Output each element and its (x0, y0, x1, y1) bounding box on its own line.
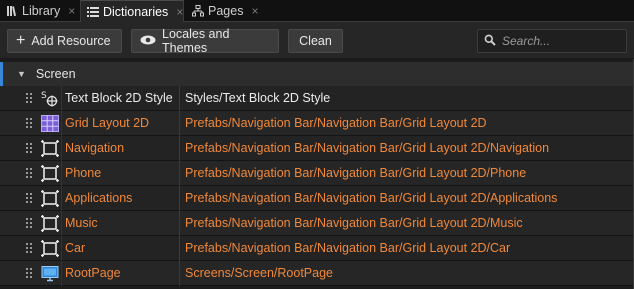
node-icon (41, 215, 59, 232)
resource-path: Styles/Text Block 2D Style (185, 91, 331, 105)
locales-themes-label: Locales and Themes (162, 27, 230, 55)
resource-path[interactable]: Prefabs/Navigation Bar/Navigation Bar/Gr… (185, 111, 487, 136)
style-icon: S (41, 90, 59, 107)
close-icon[interactable]: × (176, 5, 183, 19)
dictionary-icon (87, 6, 99, 18)
pages-icon (192, 5, 204, 17)
table-row[interactable]: Car Prefabs/Navigation Bar/Navigation Ba… (0, 236, 634, 261)
node-icon (41, 190, 59, 207)
plus-icon: + (16, 32, 26, 49)
tab-label: Library (22, 4, 61, 18)
node-icon (41, 240, 59, 257)
resource-name[interactable]: Grid Layout 2D (65, 111, 149, 136)
table-row[interactable]: Grid Layout 2D Prefabs/Navigation Bar/Na… (0, 111, 634, 136)
resource-name[interactable]: Music (65, 211, 98, 236)
column-divider (61, 186, 62, 211)
resource-name: Text Block 2D Style (65, 91, 173, 105)
tab-label: Dictionaries (103, 5, 169, 19)
add-resource-label: Add Resource (31, 34, 111, 48)
column-divider (179, 261, 180, 286)
page-icon (41, 265, 59, 282)
toolbar: + Add Resource Locales and Themes Clean (0, 22, 634, 59)
collapse-triangle-icon[interactable]: ▼ (17, 69, 26, 79)
search-field[interactable] (477, 29, 627, 53)
tab-label: Pages (208, 4, 244, 18)
column-divider (61, 211, 62, 236)
column-divider (179, 236, 180, 261)
column-divider (179, 111, 180, 136)
tab-pages[interactable]: Pages × (192, 0, 258, 22)
close-icon[interactable]: × (251, 4, 258, 18)
column-divider (179, 211, 180, 236)
resource-path[interactable]: Prefabs/Navigation Bar/Navigation Bar/Gr… (185, 211, 523, 236)
column-divider (61, 111, 62, 136)
column-divider (179, 186, 180, 211)
column-divider (61, 261, 62, 286)
clean-button[interactable]: Clean (288, 29, 343, 53)
resource-path[interactable]: Prefabs/Navigation Bar/Navigation Bar/Gr… (185, 186, 557, 211)
add-resource-button[interactable]: + Add Resource (7, 29, 122, 53)
table-row[interactable]: Phone Prefabs/Navigation Bar/Navigation … (0, 161, 634, 186)
table-row[interactable]: S Text Block 2D Style Styles/Text Block … (0, 86, 634, 111)
resource-name[interactable]: Navigation (65, 136, 124, 161)
clean-label: Clean (299, 34, 332, 48)
svg-text:S: S (41, 91, 47, 101)
drag-handle-icon[interactable] (26, 143, 32, 153)
drag-handle-icon[interactable] (26, 168, 32, 178)
eye-icon (140, 34, 156, 48)
column-divider (179, 161, 180, 186)
tab-dictionaries[interactable]: Dictionaries × (80, 0, 184, 23)
close-icon[interactable]: × (68, 4, 75, 18)
tab-library[interactable]: Library × (6, 0, 75, 22)
node-icon (41, 165, 59, 182)
group-title: Screen (35, 67, 76, 81)
resource-name[interactable]: Car (65, 236, 85, 261)
grid-layout-icon (41, 115, 59, 132)
drag-handle-icon[interactable] (26, 268, 32, 278)
resource-path[interactable]: Prefabs/Navigation Bar/Navigation Bar/Gr… (185, 136, 549, 161)
resource-path[interactable]: Prefabs/Navigation Bar/Navigation Bar/Gr… (185, 161, 526, 186)
resource-name[interactable]: Phone (65, 161, 101, 186)
drag-handle-icon[interactable] (26, 218, 32, 228)
locales-themes-button[interactable]: Locales and Themes (131, 27, 279, 55)
resource-name[interactable]: Applications (65, 186, 132, 211)
drag-handle-icon[interactable] (26, 243, 32, 253)
table-row[interactable]: Music Prefabs/Navigation Bar/Navigation … (0, 211, 634, 236)
library-icon (6, 5, 18, 17)
resource-path[interactable]: Screens/Screen/RootPage (185, 261, 333, 286)
column-divider (61, 161, 62, 186)
column-divider (179, 136, 180, 161)
tab-bar: Library × Dictionaries × Pages × (0, 0, 634, 23)
column-divider (61, 136, 62, 161)
table-row[interactable]: RootPage Screens/Screen/RootPage (0, 261, 634, 286)
resource-path[interactable]: Prefabs/Navigation Bar/Navigation Bar/Gr… (185, 236, 510, 261)
resource-name[interactable]: RootPage (65, 261, 121, 286)
resource-table: S Text Block 2D Style Styles/Text Block … (0, 86, 634, 286)
drag-handle-icon[interactable] (26, 118, 32, 128)
column-divider (179, 86, 180, 111)
drag-handle-icon[interactable] (26, 193, 32, 203)
drag-handle-icon[interactable] (26, 93, 32, 103)
node-icon (41, 140, 59, 157)
search-input[interactable] (502, 34, 622, 48)
search-icon (484, 34, 496, 49)
column-divider (61, 86, 62, 111)
table-row[interactable]: Navigation Prefabs/Navigation Bar/Naviga… (0, 136, 634, 161)
group-header-screen[interactable]: ▼ Screen (0, 62, 634, 86)
column-divider (61, 236, 62, 261)
table-row[interactable]: Applications Prefabs/Navigation Bar/Navi… (0, 186, 634, 211)
